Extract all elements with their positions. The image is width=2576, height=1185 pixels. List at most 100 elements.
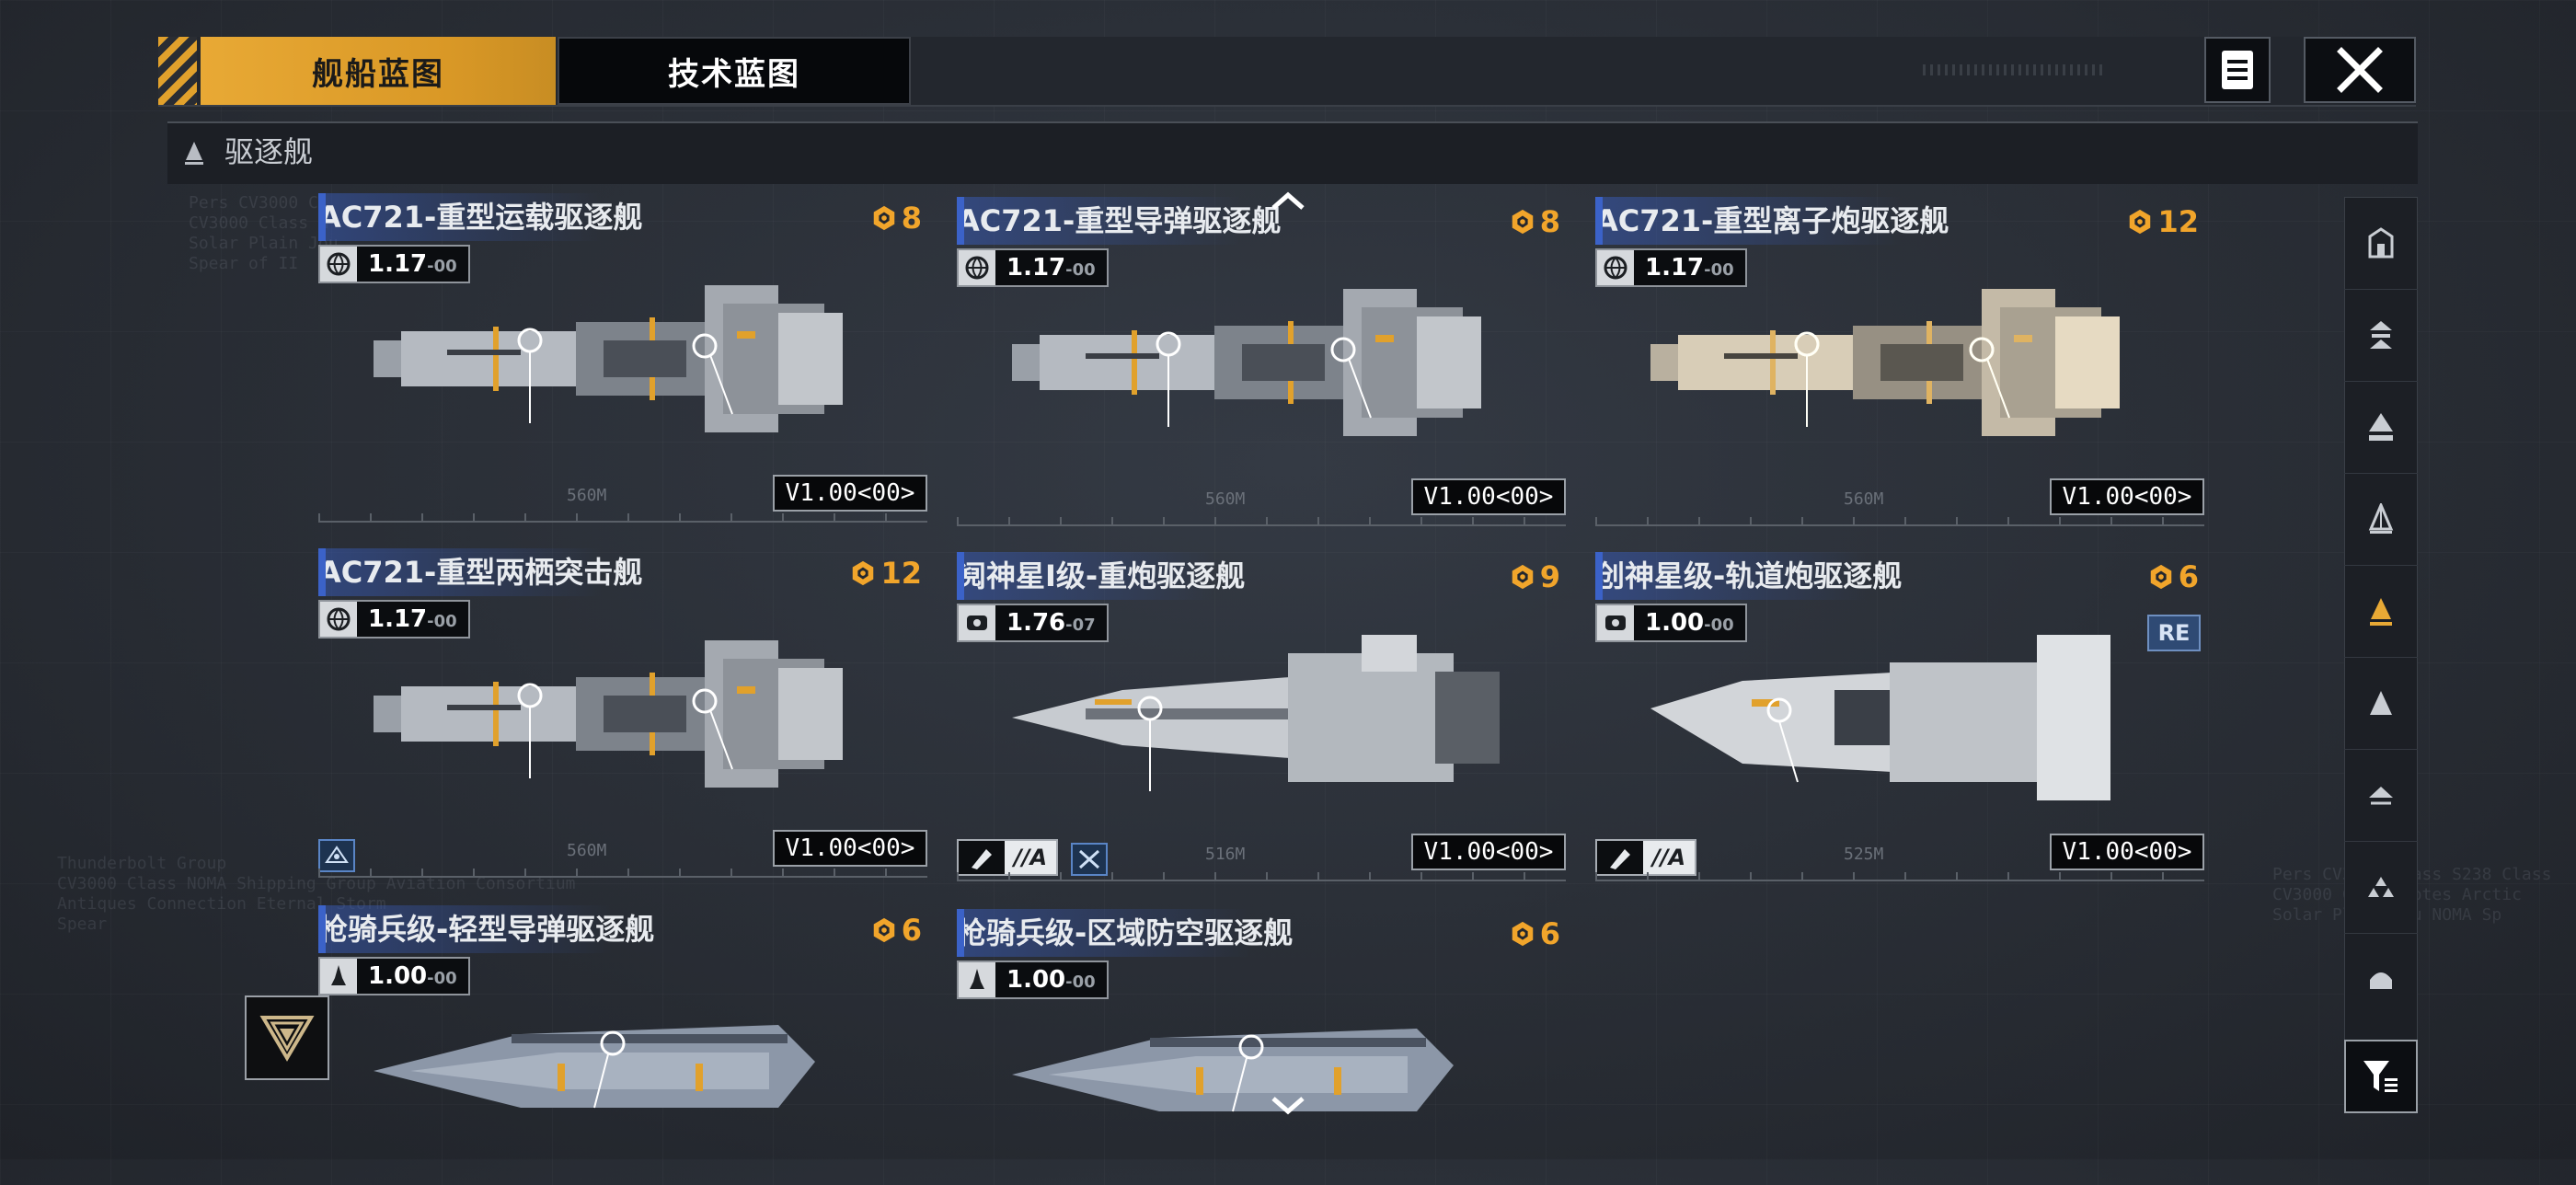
blueprint-version: V1.00<00> [2050, 834, 2204, 870]
cost-token-icon [1512, 921, 1533, 947]
ship-image [1012, 287, 1483, 438]
blueprint-version: V1.00<00> [2050, 478, 2204, 515]
faction-emblem-icon [967, 616, 987, 630]
cost-token-icon [853, 560, 874, 586]
sidebar-item-aircraft[interactable] [2344, 749, 2418, 842]
sidebar-item-fleet[interactable] [2344, 841, 2418, 934]
blueprint-card-5[interactable]: 阋神星I级-重炮驱逐舰 9 1.76-07 //A 516M V1.00<00> [957, 552, 1566, 894]
carrier-icon [2368, 227, 2394, 259]
chevron-down-icon [1271, 1097, 1305, 1115]
cost-token-icon [1512, 209, 1533, 235]
hazard-stripe-decoration [158, 37, 197, 105]
cost-badge: 6 [870, 913, 922, 948]
blueprint-card-1[interactable]: AC721-重型运载驱逐舰 8 1.17-00 560M V1.00<00> [318, 193, 927, 535]
tab-tech-blueprints[interactable]: 技术蓝图 [558, 37, 911, 105]
cost-badge: 6 [1509, 916, 1560, 951]
sidebar-item-battlecruiser[interactable] [2344, 381, 2418, 474]
destroyer-icon [2370, 598, 2392, 626]
cost-badge: 12 [2126, 204, 2199, 239]
blueprint-version: V1.00<00> [773, 830, 927, 867]
blueprint-card-8[interactable]: 枪骑兵级-区域防空驱逐舰 6 1.00-00 [957, 909, 1566, 1159]
cost-token-icon [2150, 564, 2171, 590]
blueprint-version: V1.00<00> [1411, 478, 1566, 515]
cost-badge: 6 [2147, 559, 2199, 594]
corvette-icon [2370, 691, 2392, 715]
ship-name: 阋神星I级-重炮驱逐舰 [957, 552, 1301, 600]
cost-badge: 8 [870, 201, 922, 236]
module-tag: //A [957, 839, 1059, 876]
ship-length: 560M [1844, 489, 1884, 509]
ship-image [1650, 287, 2122, 438]
faction-badge-button[interactable] [245, 995, 329, 1080]
rocket-icon [970, 969, 984, 989]
ship-length: 525M [1844, 845, 1884, 864]
ship-length: 560M [567, 486, 607, 505]
blueprint-card-6[interactable]: 创神星级-轨道炮驱逐舰 6 1.00-00 RE //A 525M V1.00<… [1595, 552, 2204, 894]
blueprint-card-2[interactable]: AC721-重型导弹驱逐舰 8 1.17-00 560M V1.00<00> [957, 197, 1566, 539]
cruiser-icon [2370, 321, 2392, 349]
scroll-down-arrow[interactable] [1270, 1095, 1306, 1121]
globe-icon [965, 256, 989, 280]
category-label: 驱逐舰 [224, 134, 314, 169]
cost-badge: 8 [1509, 204, 1560, 239]
ship-length: 560M [567, 841, 607, 860]
re-badge: RE [2147, 615, 2201, 651]
cannon-icon [972, 849, 992, 869]
blueprint-card-3[interactable]: AC721-重型离子炮驱逐舰 12 1.17-00 560M V1.00<00> [1595, 197, 2204, 539]
ship-image [374, 283, 845, 434]
triangle-emblem-icon [259, 1016, 315, 1062]
chevron-up-icon [1271, 191, 1305, 210]
module-tag: //A [1595, 839, 1697, 876]
ship-name: AC721-重型两栖突击舰 [318, 548, 698, 596]
cost-badge: 9 [1509, 559, 1560, 594]
version-box: 1.00-00 [957, 961, 1109, 999]
ship-image [1012, 1027, 1455, 1113]
cost-token-icon [1512, 564, 1533, 590]
close-button[interactable] [2304, 37, 2416, 103]
ship-length: 516M [1205, 845, 1246, 864]
blueprint-card-7[interactable]: 枪骑兵级-轻型导弹驱逐舰 6 1.00-00 [318, 905, 927, 1159]
ship-image [1650, 635, 2112, 802]
aircraft-icon [1071, 843, 1108, 876]
filter-button[interactable] [2344, 1040, 2418, 1113]
cost-token-icon [873, 205, 894, 231]
dome-icon [2370, 972, 2392, 989]
ship-name: AC721-重型运载驱逐舰 [318, 193, 698, 241]
tab-ship-blueprints[interactable]: 舰船蓝图 [201, 37, 556, 105]
ship-name: 创神星级-轨道炮驱逐舰 [1595, 552, 1958, 600]
cannon-icon [1610, 849, 1630, 869]
ship-name: AC721-重型离子炮驱逐舰 [1595, 197, 2005, 245]
blueprint-version: V1.00<00> [773, 475, 927, 512]
sidebar-item-corvette[interactable] [2344, 657, 2418, 750]
sidebar-item-cruiser[interactable] [2344, 289, 2418, 382]
blueprint-card-4[interactable]: AC721-重型两栖突击舰 12 1.17-00 560M V1.00<00> [318, 548, 927, 891]
sidebar-item-carrier[interactable] [2344, 197, 2418, 290]
filter-icon [2363, 1061, 2398, 1092]
ship-name: 枪骑兵级-轻型导弹驱逐舰 [318, 905, 710, 953]
ship-length: 560M [1205, 489, 1246, 509]
version-box: 1.00-00 [318, 957, 470, 995]
globe-icon [327, 252, 351, 276]
notes-button[interactable] [2204, 37, 2271, 103]
scroll-up-arrow[interactable] [1270, 190, 1306, 215]
cost-token-icon [2130, 209, 2151, 235]
ship-image [374, 1023, 817, 1110]
globe-icon [1604, 256, 1627, 280]
ship-image [374, 639, 845, 789]
barcode-decoration [1923, 64, 2107, 75]
document-icon [2222, 51, 2253, 89]
category-header [167, 121, 2418, 184]
cost-badge: 12 [849, 556, 922, 591]
sidebar-item-destroyer[interactable] [2344, 565, 2418, 658]
faction-emblem-icon [1605, 616, 1626, 630]
close-icon [2337, 47, 2383, 93]
destroyer-class-icon [182, 140, 206, 171]
battlecruiser-icon [2369, 413, 2393, 441]
ship-image [1012, 635, 1501, 793]
ship-name: 枪骑兵级-区域防空驱逐舰 [957, 909, 1349, 957]
globe-icon [327, 607, 351, 631]
rocket-icon [331, 965, 346, 985]
sidebar-item-frigate[interactable] [2344, 473, 2418, 566]
sidebar-item-dome[interactable] [2344, 933, 2418, 1025]
frigate-icon [2368, 503, 2394, 534]
